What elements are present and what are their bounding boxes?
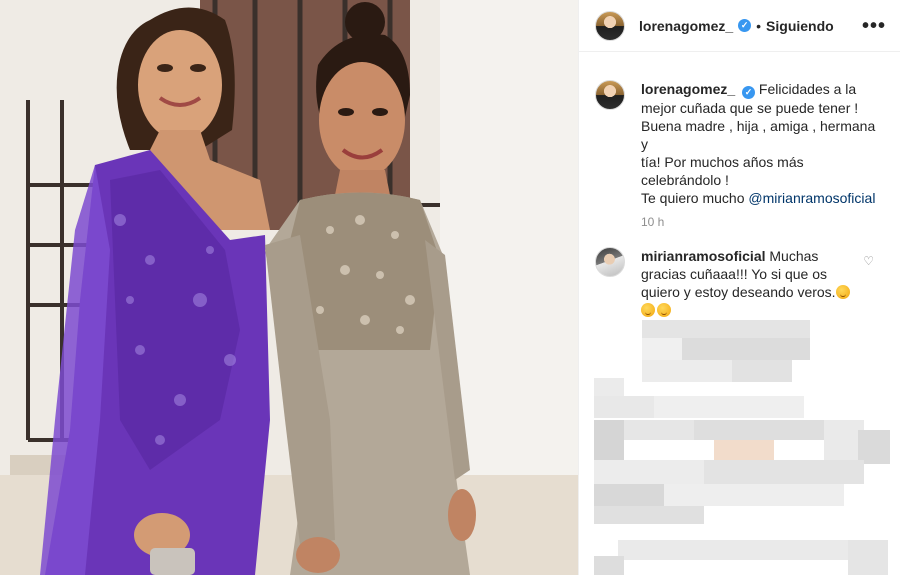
kissing-emoji-icon xyxy=(657,303,671,317)
following-button[interactable]: Siguiendo xyxy=(766,18,834,34)
caption-mention-link[interactable]: @mirianramosoficial xyxy=(748,190,875,206)
author-username[interactable]: lorenagomez_ xyxy=(639,18,733,34)
commenter-avatar[interactable] xyxy=(595,247,625,277)
author-avatar[interactable] xyxy=(595,10,625,41)
heart-icon[interactable]: ♡ xyxy=(863,254,874,268)
verified-badge-icon: ✓ xyxy=(738,19,752,32)
separator-dot: • xyxy=(756,17,762,34)
comment-text: mirianramosoficial Muchas gracias cuñaaa… xyxy=(641,247,863,319)
more-options-icon[interactable]: ••• xyxy=(862,16,886,36)
caption-text: lorenagomez_ ✓ Felicidades a la mejor cu… xyxy=(641,80,884,207)
comment-username[interactable]: mirianramosoficial xyxy=(641,248,766,264)
censored-comments-area xyxy=(578,320,900,575)
post-photo[interactable] xyxy=(0,0,578,575)
photo-illustration xyxy=(0,0,578,575)
post-header: lorenagomez_ ✓ • Siguiendo ••• xyxy=(579,0,900,52)
caption-body: Felicidades a la mejor cuñada que se pue… xyxy=(641,81,876,206)
caption-avatar[interactable] xyxy=(595,80,625,110)
verified-badge-icon: ✓ xyxy=(742,86,756,99)
caption-username[interactable]: lorenagomez_ xyxy=(641,81,735,97)
comment-item: mirianramosoficial Muchas gracias cuñaaa… xyxy=(579,229,900,319)
kissing-emoji-icon xyxy=(835,285,850,299)
post-caption: lorenagomez_ ✓ Felicidades a la mejor cu… xyxy=(579,52,900,207)
post-timestamp[interactable]: 10 h xyxy=(641,215,900,229)
kissing-emoji-icon xyxy=(641,303,655,317)
